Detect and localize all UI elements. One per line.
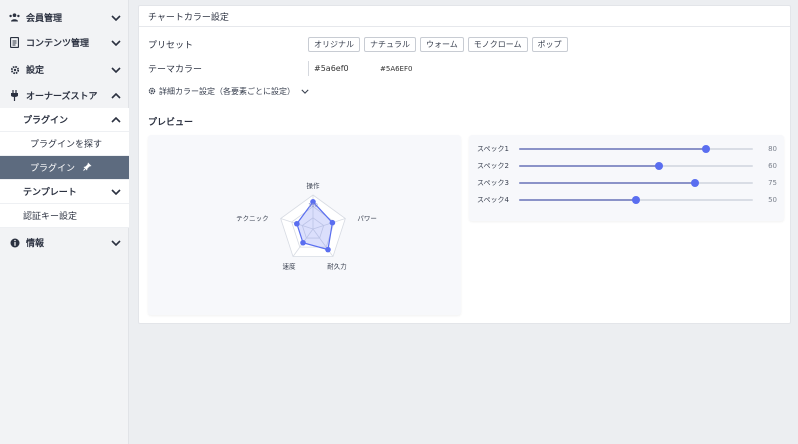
sidebar-item-owners-store[interactable]: オーナーズストア [0, 83, 129, 108]
sidebar-item-label: 会員管理 [26, 14, 63, 24]
chevron-down-icon [111, 238, 121, 248]
radar-axis-label: 操作 [307, 181, 321, 190]
sidebar-item-settings[interactable]: 設定 [0, 57, 129, 82]
theme-color-label: テーマカラー [148, 65, 203, 75]
spec-slider-row: スペック2 60 [477, 160, 777, 172]
spec-slider-fill [518, 199, 636, 201]
spec-slider-row: スペック3 75 [477, 177, 777, 189]
sidebar-item-members[interactable]: 会員管理 [0, 5, 129, 30]
sidebar-item-plugin-active[interactable]: プラグイン [0, 156, 129, 180]
spec-slider-fill [518, 148, 707, 150]
spec-slider[interactable] [518, 196, 754, 204]
plug-icon [9, 90, 20, 101]
sidebar-item-label: 認証キー設定 [23, 212, 78, 222]
card-title: チャートカラー設定 [148, 12, 229, 23]
spec-slider-row: スペック1 80 [477, 143, 777, 155]
spec-slider-value: 50 [768, 196, 777, 204]
chevron-down-icon [111, 38, 121, 48]
chevron-down-icon [111, 13, 121, 23]
spec-slider-value: 75 [768, 179, 777, 187]
sidebar-item-label: プラグイン [30, 164, 76, 174]
spec-slider-label: スペック3 [477, 179, 509, 187]
spec-slider-label: スペック2 [477, 162, 509, 170]
spec-slider-fill [518, 182, 695, 184]
sidebar-item-label: プラグインを探す [30, 140, 103, 150]
users-icon [9, 12, 20, 23]
sidebar-item-auth-key[interactable]: 認証キー設定 [0, 204, 129, 228]
theme-color-input[interactable]: #5a6ef0 [308, 61, 368, 76]
radar-chart: 100 操作パワー耐久力 速度 テクニック [236, 181, 377, 271]
spec-slider-thumb[interactable] [702, 145, 711, 153]
chevron-down-icon [111, 187, 121, 197]
sidebar-item-plugin[interactable]: プラグイン [0, 108, 129, 132]
sidebar-item-label: 情報 [26, 239, 45, 249]
spec-slider[interactable] [518, 145, 754, 153]
spec-slider[interactable] [518, 179, 754, 187]
radar-point [329, 219, 336, 226]
sidebar-item-content[interactable]: コンテンツ管理 [0, 30, 129, 55]
detail-color-toggle[interactable]: 詳細カラー設定（各要素ごとに設定） [148, 86, 310, 97]
sidebar: 会員管理 コンテンツ管理 設定 オーナーズストア プラグイン プラグインを探す [0, 0, 129, 444]
preset-row: プリセット オリジナル ナチュラル ウォーム モノクローム ポップ [148, 37, 572, 52]
spec-slider[interactable] [518, 162, 754, 170]
radar-scale-label: 100 [308, 203, 318, 209]
submenu-owners-store: プラグイン プラグインを探す プラグイン テンプレート 認証キー設定 [0, 108, 129, 228]
preset-original-button[interactable]: オリジナル [308, 37, 360, 52]
document-icon [9, 37, 20, 48]
preset-label: プリセット [148, 41, 194, 51]
preset-natural-button[interactable]: ナチュラル [364, 37, 416, 52]
spec-slider-thumb[interactable] [655, 162, 664, 170]
chevron-down-icon [111, 65, 121, 75]
sidebar-item-label: オーナーズストア [26, 92, 98, 102]
info-icon [9, 237, 20, 248]
preset-monochrome-button[interactable]: モノクローム [467, 37, 528, 52]
spec-slider-thumb[interactable] [631, 196, 640, 204]
card-header: チャートカラー設定 [139, 6, 790, 27]
sidebar-item-find-plugins[interactable]: プラグインを探す [0, 132, 129, 156]
radar-point [300, 239, 306, 246]
radar-axis-label: 耐久力 [327, 262, 347, 271]
preset-pop-button[interactable]: ポップ [531, 37, 568, 52]
spec-slider-fill [518, 165, 660, 167]
sidebar-item-label: プラグイン [23, 116, 69, 126]
radar-point [294, 220, 300, 227]
sidebar-item-label: コンテンツ管理 [26, 39, 90, 49]
spec-sliders-panel: スペック1 80 スペック2 60 スペック3 75 スペック4 50 [469, 135, 784, 221]
spec-slider-row: スペック4 50 [477, 194, 777, 206]
radar-axis-label: パワー [357, 214, 377, 222]
chevron-up-icon [111, 115, 121, 125]
chevron-down-icon [300, 87, 310, 97]
theme-color-hex: #5A6EF0 [380, 64, 413, 73]
sidebar-item-template[interactable]: テンプレート [0, 180, 129, 204]
radar-chart-panel: 100 操作パワー耐久力 速度 テクニック [148, 135, 461, 315]
gear-icon [9, 64, 20, 75]
spec-slider-label: スペック4 [477, 196, 509, 204]
sidebar-item-info[interactable]: 情報 [0, 230, 129, 255]
spec-slider-value: 80 [768, 145, 777, 153]
preview-title: プレビュー [148, 118, 194, 128]
spec-slider-label: スペック1 [477, 145, 509, 153]
spec-slider-value: 60 [768, 162, 777, 170]
chart-color-settings-card: チャートカラー設定 プリセット オリジナル ナチュラル ウォーム モノクローム … [138, 5, 791, 324]
radar-axis-label: 速度 [283, 262, 297, 271]
sidebar-item-label: テンプレート [23, 188, 77, 198]
pin-icon [83, 162, 92, 174]
radar-point [325, 246, 331, 253]
chevron-up-icon [111, 91, 121, 101]
theme-color-row: テーマカラー #5a6ef0 #5A6EF0 [148, 61, 412, 76]
sidebar-item-label: 設定 [26, 66, 45, 76]
radar-axis-label: テクニック [236, 214, 268, 222]
preset-warm-button[interactable]: ウォーム [420, 37, 464, 52]
detail-color-label: 詳細カラー設定（各要素ごとに設定） [159, 87, 295, 96]
gear-icon [148, 87, 156, 97]
spec-slider-thumb[interactable] [690, 179, 699, 187]
